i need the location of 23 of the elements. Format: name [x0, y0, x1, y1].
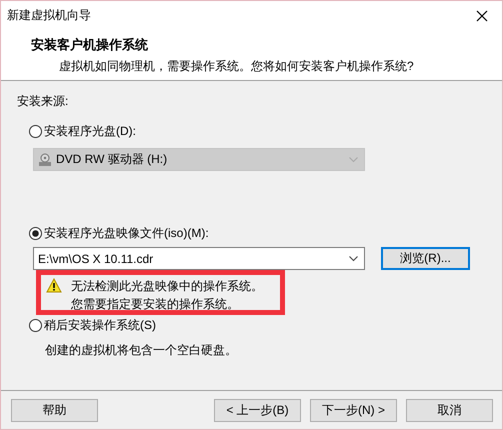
dropdown[interactable]: E:\vm\OS X 10.11.cdr: [33, 247, 365, 270]
radio-button[interactable]: [29, 124, 42, 138]
browse-button[interactable]: 浏览(R)...: [381, 247, 470, 270]
window-title: 新建虚拟机向导: [7, 7, 91, 24]
radio-label[interactable]: 稍后安装操作系统(S): [44, 316, 156, 334]
radio-button[interactable]: [29, 226, 42, 240]
header-subtitle: 虚拟机如同物理机，需要操作系统。您将如何安装客户机操作系统?: [58, 58, 415, 74]
warning-icon: [46, 278, 62, 293]
close-icon[interactable]: [476, 10, 488, 22]
radio-label[interactable]: 安装程序光盘映像文件(iso)(M):: [44, 224, 209, 242]
wizard-button[interactable]: 下一步(N) >: [310, 399, 397, 422]
section-label: 安装来源:: [17, 93, 70, 110]
radio-label[interactable]: 安装程序光盘(D):: [44, 122, 136, 140]
disc-drive-icon: [38, 152, 52, 166]
option-description: 创建的虚拟机将包含一个空白硬盘。: [45, 342, 238, 359]
wizard-button[interactable]: 取消: [406, 399, 493, 422]
warning-text: 无法检测此光盘映像中的操作系统。: [71, 278, 263, 295]
chevron-down-icon[interactable]: [349, 256, 358, 262]
warning-text: 您需要指定要安装的操作系统。: [71, 296, 240, 313]
header-title: 安装客户机操作系统: [31, 36, 149, 54]
wizard-button[interactable]: < 上一步(B): [214, 399, 301, 422]
wizard-button[interactable]: 帮助: [11, 399, 98, 422]
radio-button[interactable]: [29, 318, 42, 332]
